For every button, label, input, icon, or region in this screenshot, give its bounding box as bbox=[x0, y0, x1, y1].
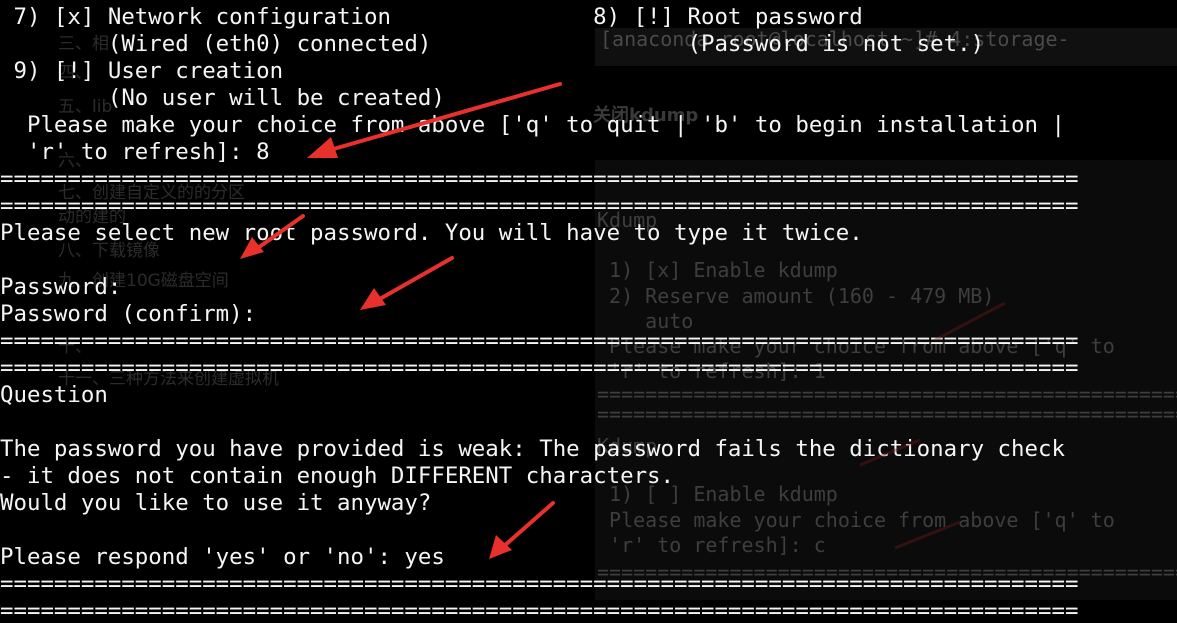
background-arrow-faint-icon bbox=[859, 301, 1006, 550]
arrow-menu-choice-icon bbox=[307, 82, 562, 158]
arrow-yes-response-icon bbox=[489, 501, 555, 559]
arrow-password-fields-icon bbox=[360, 256, 454, 310]
annotation-arrows bbox=[240, 82, 1006, 559]
terminal-screenshot: 三、相 四、 五、lib 六、 七、创建自定义的的分区 动的建的 八、下载镜像 … bbox=[0, 0, 1177, 623]
arrow-root-password-icon bbox=[240, 214, 305, 259]
